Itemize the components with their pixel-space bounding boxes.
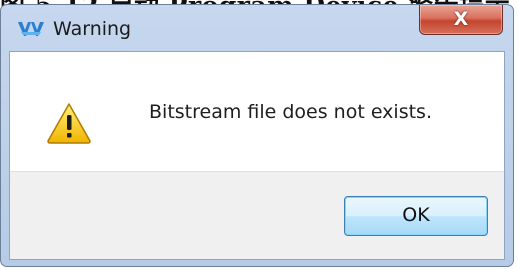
close-icon: X (453, 8, 469, 30)
warning-message: Bitstream file does not exists. (149, 101, 432, 123)
dialog-body: Bitstream file does not exists. OK (9, 51, 505, 260)
warning-dialog: Warning X Bitstream file does not exists… (0, 4, 514, 267)
button-bar: OK (10, 171, 504, 259)
close-button[interactable]: X (419, 5, 503, 35)
window-title: Warning (53, 18, 132, 40)
ok-button[interactable]: OK (344, 196, 488, 236)
title-bar[interactable]: Warning X (1, 5, 513, 49)
warning-icon (46, 102, 92, 144)
message-area: Bitstream file does not exists. (10, 52, 504, 172)
app-logo-icon (17, 19, 45, 41)
